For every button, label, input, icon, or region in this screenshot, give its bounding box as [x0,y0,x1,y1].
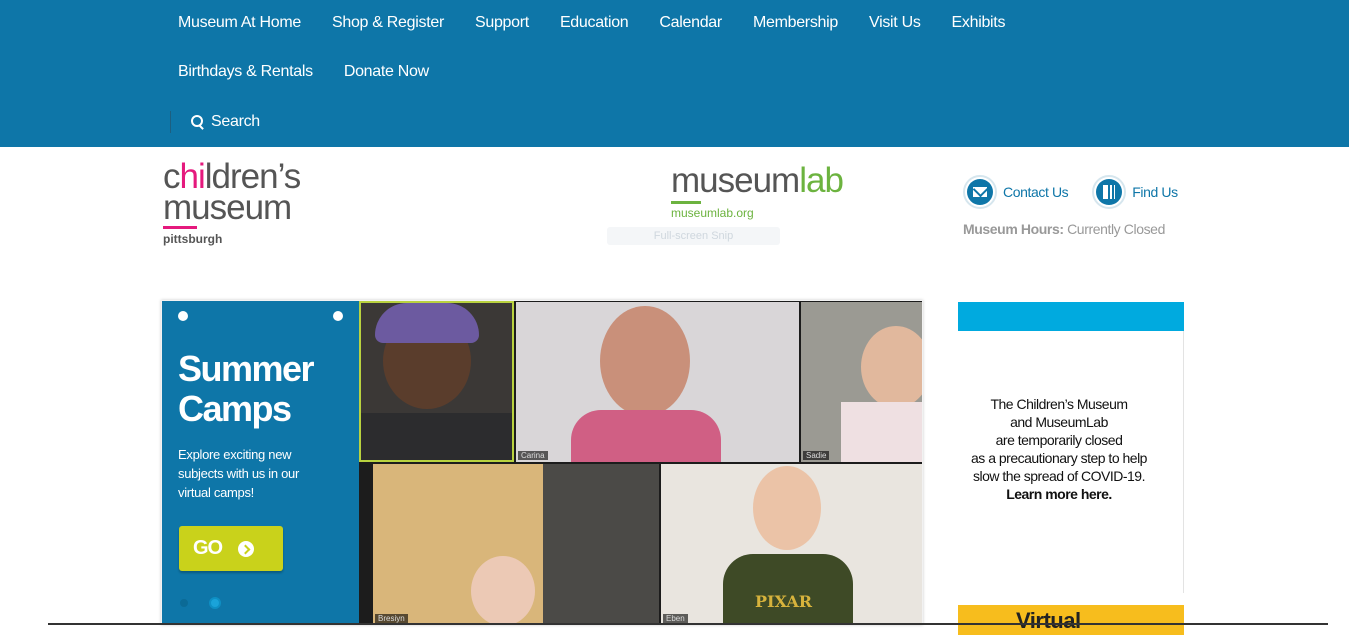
shirt-text: PIXAR [755,592,813,611]
nav-birthdays-rentals[interactable]: Birthdays & Rentals [178,63,313,81]
slide-description: Explore exciting new subjects with us in… [178,447,299,500]
slider-pager-dot[interactable] [180,599,188,607]
top-navigation: Museum At Home Shop & Register Support E… [0,0,1349,147]
nav-shop-register[interactable]: Shop & Register [332,14,444,32]
childrens-museum-logo[interactable]: children’s museum pittsburgh [163,159,333,255]
museumlab-url: museumlab.org [671,206,754,220]
notice-border [1183,331,1184,593]
video-tile: Carina [516,302,799,462]
nav-donate-now[interactable]: Donate Now [344,63,429,81]
virtual-banner-text: Virtual [1016,608,1081,633]
video-name-label: Bresiyn [375,614,408,623]
search-divider [170,111,171,133]
faded-snip-caption: Full-screen Snip [607,227,780,245]
nav-row-primary: Museum At Home Shop & Register Support E… [178,14,1036,32]
museumlab-wordmark: museumlab [671,161,844,200]
video-tile: Bresiyn [373,464,659,625]
video-name-label: Sadie [803,451,830,460]
slide-caption-panel: Summer Camps Explore exciting new subject… [162,301,359,625]
search-button[interactable]: Search [170,110,260,134]
nav-education[interactable]: Education [560,14,629,32]
video-name-label: Carina [518,451,548,460]
go-button[interactable]: GO [179,526,283,571]
contact-us-link[interactable] [963,175,997,209]
notice-text: The Children’s Museum and MuseumLab are … [971,396,1147,502]
corner-dot [333,311,343,321]
find-us-link[interactable] [1092,175,1127,209]
search-label: Search [211,113,260,130]
slide-title: Summer Camps [178,348,315,429]
map-icon [1103,185,1116,199]
nav-support[interactable]: Support [475,14,529,32]
video-tile: PIXAR Eben [661,464,922,625]
header-links: Contact Us Find Us [963,175,1196,209]
virtual-banner[interactable]: Virtual [958,605,1184,635]
nav-visit-us[interactable]: Visit Us [869,14,921,32]
video-name-label: Eben [663,614,688,623]
nav-museum-at-home[interactable]: Museum At Home [178,14,301,32]
envelope-icon [973,187,987,197]
museumlab-underline [671,201,701,204]
video-tile: Sadie [801,302,922,462]
logo-city: pittsburgh [163,232,223,246]
museum-hours: Museum Hours: Currently Closed [963,221,1165,237]
hours-value: Currently Closed [1067,221,1165,237]
contact-us-label[interactable]: Contact Us [1003,184,1069,200]
video-tile [359,301,514,462]
nav-row-secondary: Birthdays & Rentals Donate Now [178,63,460,81]
search-icon [191,115,205,129]
find-us-label[interactable]: Find Us [1132,184,1178,200]
arrow-right-icon [238,540,255,557]
museumlab-logo[interactable]: museumlab museumlab.org [671,161,844,220]
hero-slider: Summer Camps Explore exciting new subject… [161,300,923,625]
nav-exhibits[interactable]: Exhibits [952,14,1006,32]
nav-calendar[interactable]: Calendar [659,14,722,32]
nav-membership[interactable]: Membership [753,14,838,32]
video-call-image: Carina Sadie Bresiyn PIXAR Eben [359,301,922,625]
slider-pager-dot-active[interactable] [209,597,221,609]
logo-wordmark-line2: museum [163,188,292,227]
go-label: GO [193,537,223,559]
corner-dot [178,311,188,321]
hours-label: Museum Hours: [963,221,1064,237]
covid-notice-banner[interactable]: The Children’s Museum and MuseumLab are … [958,302,1184,635]
notice-top-bar [958,302,1184,331]
